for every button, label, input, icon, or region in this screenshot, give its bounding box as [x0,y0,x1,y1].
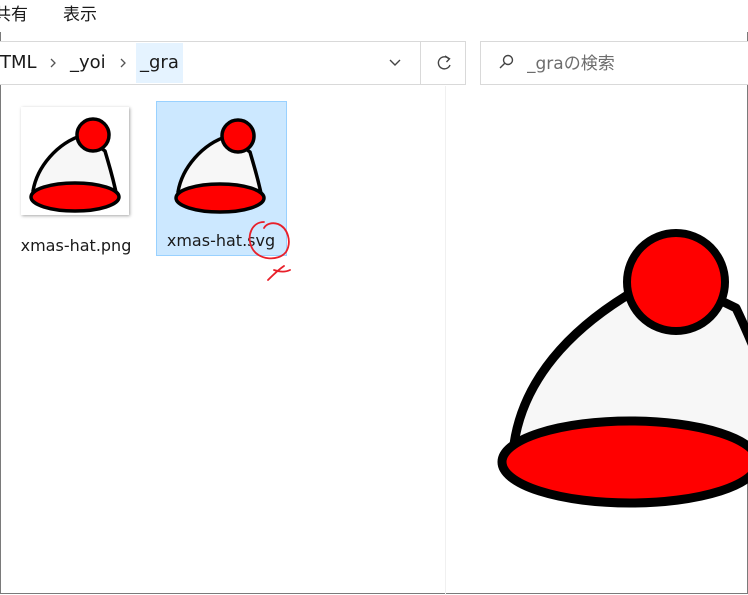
xmas-hat-thumbnail-icon [166,108,274,216]
search-icon [499,54,514,69]
refresh-icon [437,55,451,70]
breadcrumb-separator-icon[interactable] [118,42,128,84]
menu-view[interactable]: 表示 [63,3,97,27]
address-history-button[interactable] [380,42,410,84]
preview-pane [446,86,748,595]
address-bar[interactable]: TML _yoi _gra [0,41,466,85]
xmas-hat-thumbnail-icon [21,107,129,215]
file-item-png[interactable]: xmas-hat.png [12,101,143,256]
refresh-button[interactable] [420,42,467,84]
search-input[interactable] [525,44,748,84]
file-item-svg[interactable]: xmas-hat.svg [156,101,287,256]
menu-share[interactable]: 共有 [0,3,28,27]
file-name[interactable]: xmas-hat.svg [151,226,291,256]
breadcrumb-html[interactable]: TML [0,42,37,84]
breadcrumb-yoi[interactable]: _yoi [66,42,110,84]
breadcrumb-gra[interactable]: _gra [136,43,183,83]
file-name[interactable]: xmas-hat.png [14,231,138,261]
search-box[interactable] [480,41,748,85]
chevron-down-icon [389,59,401,66]
ribbon-menubar: 共有 表示 [0,0,748,32]
breadcrumb-separator-icon[interactable] [48,42,58,84]
xmas-hat-preview-icon [497,229,748,508]
